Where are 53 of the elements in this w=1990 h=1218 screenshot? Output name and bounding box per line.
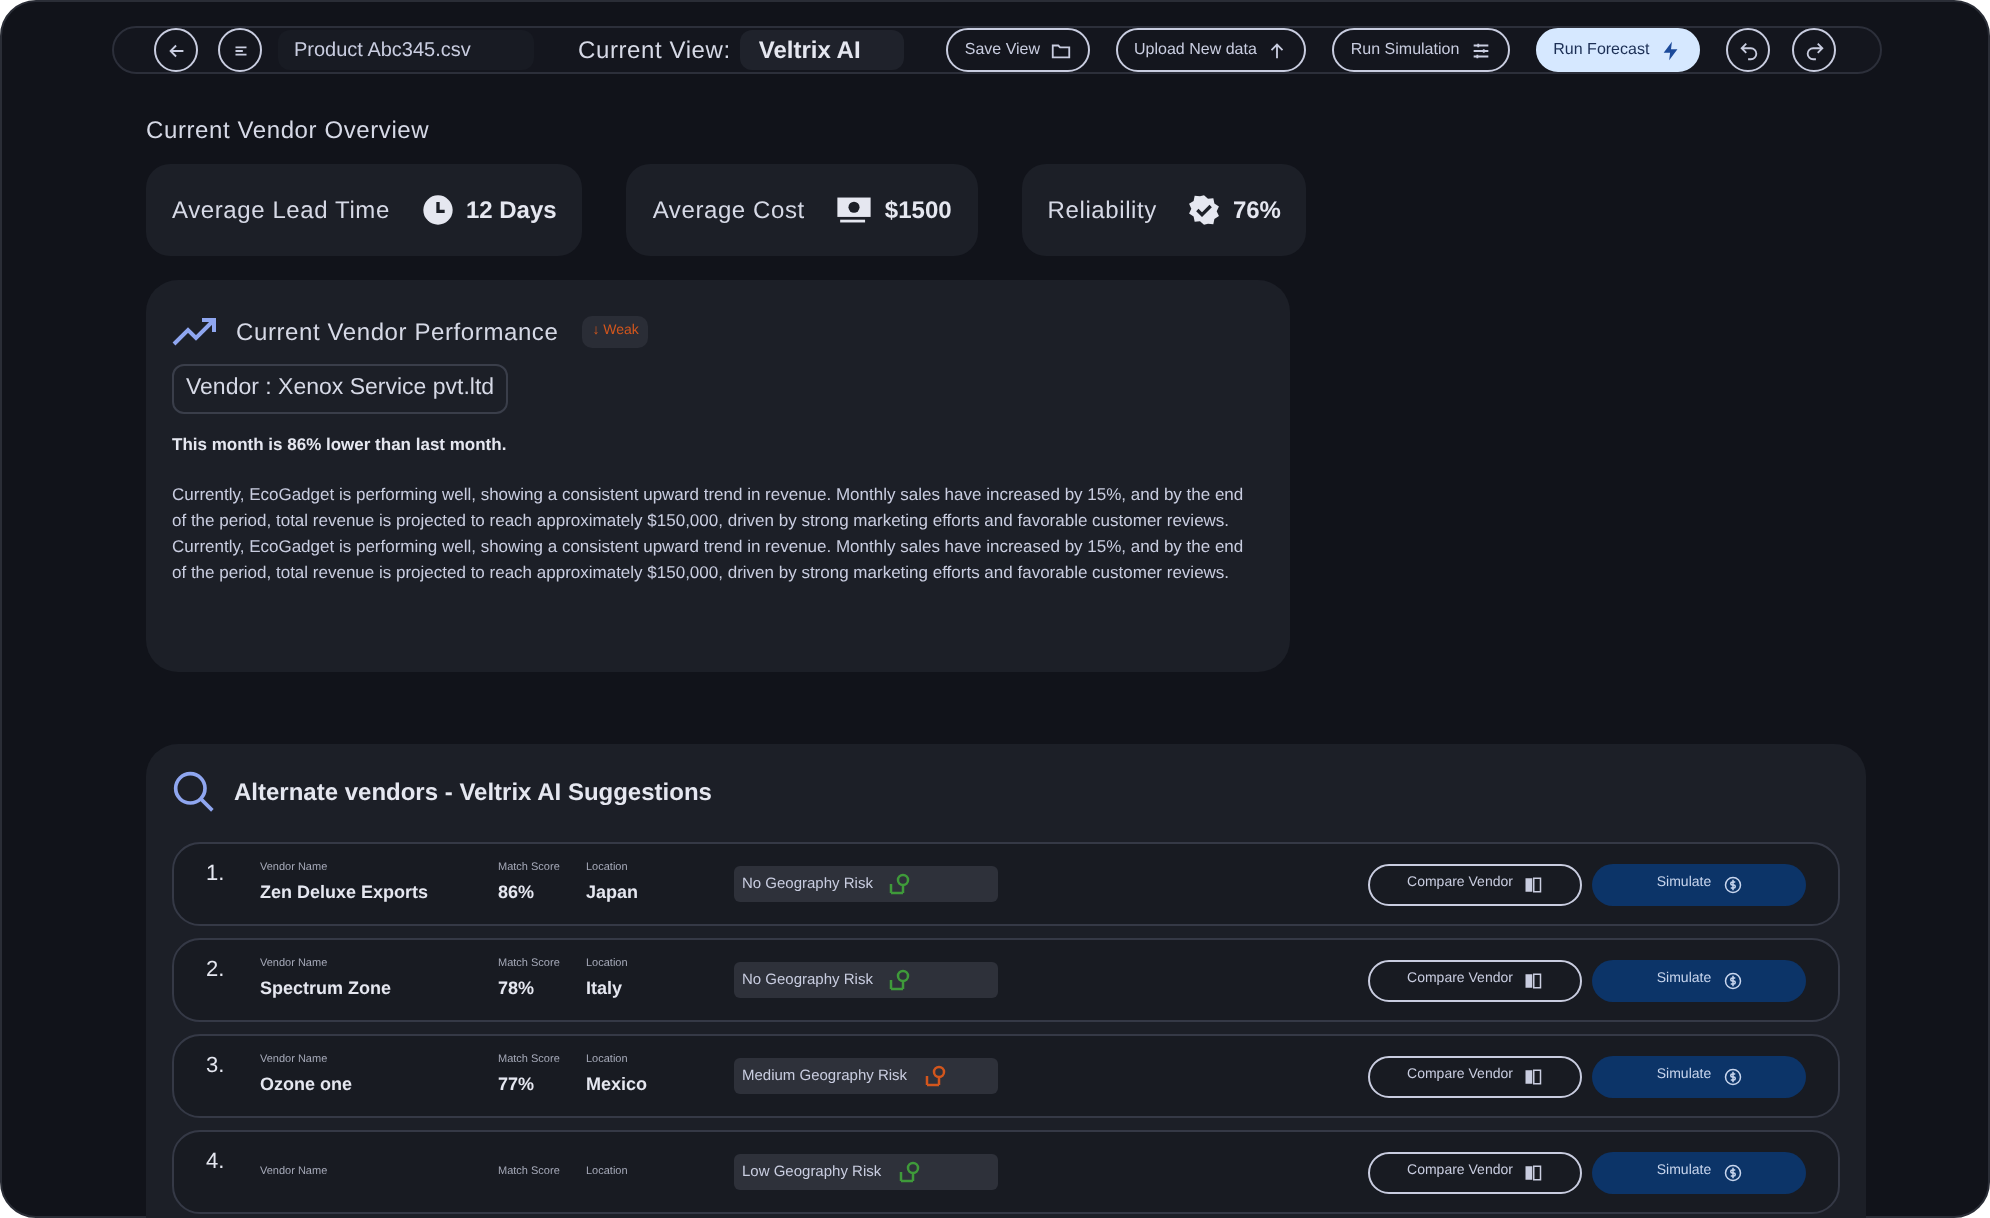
bolt-icon: [1659, 39, 1682, 61]
compare-icon: [1524, 971, 1543, 989]
location-value: Japan: [586, 880, 641, 907]
upload-icon: [1266, 39, 1289, 61]
current-view-value[interactable]: Veltrix AI: [740, 30, 905, 70]
row-index: 1.: [206, 860, 227, 890]
stat-label: Reliability: [1047, 194, 1157, 228]
undo-icon[interactable]: [1726, 28, 1770, 72]
toolbar-button[interactable]: Save View: [946, 28, 1091, 72]
menu-icon[interactable]: [218, 28, 262, 72]
trend-up-icon: [172, 316, 220, 348]
sliders-icon: [1469, 39, 1492, 61]
compare-icon: [1524, 1163, 1543, 1181]
match-score: 78%: [498, 976, 537, 1003]
location-value: Italy: [586, 976, 625, 1003]
row-index: 2.: [206, 956, 227, 986]
clock-icon: [421, 194, 454, 226]
dollar-circle-icon: [1723, 875, 1742, 893]
stat-value: 76%: [1232, 194, 1281, 228]
vendor-field: Vendor : Xenox Service pvt.ltd: [172, 364, 509, 415]
compare-icon: [1524, 875, 1543, 893]
redo-icon[interactable]: [1792, 28, 1836, 72]
back-icon[interactable]: [154, 28, 198, 72]
description-text: Currently, EcoGadget is performing well, showing a consistent upward trend in revenue. Monthly sales have increased by 15%, and by the end of the period, total revenue is projected to reach approximately $150,000, driven by strong marketing efforts and favorable customer reviews. Currently, EcoGadget is performing well, showing a consistent upward trend in revenue. Monthly sales have increased by 15%, and by the end of the period, total revenue is projected to reach approximately $150,000, driven by strong marketing efforts and favorable customer reviews.: [172, 482, 1246, 586]
stat-value: 12 Days: [465, 194, 557, 228]
toolbar-button[interactable]: Run Forecast: [1535, 28, 1700, 72]
dollar-circle-icon: [1723, 1067, 1742, 1085]
match-score: 86%: [498, 880, 537, 907]
vendor-name: Ozone one: [260, 1072, 355, 1099]
dollar-circle-icon: [1723, 971, 1742, 989]
stat-label: Average Lead Time: [172, 194, 390, 228]
compare-icon: [1524, 1067, 1543, 1085]
folder-icon: [1050, 39, 1073, 61]
section-title: Current Vendor Overview: [146, 114, 432, 148]
check-badge-icon: [1188, 194, 1221, 226]
row-index: 4.: [206, 1148, 227, 1178]
search-icon: [172, 770, 216, 814]
panel-title: Alternate vendors - Veltrix AI Suggestions: [234, 776, 712, 810]
row-index: 3.: [206, 1052, 227, 1082]
vendor-name: Spectrum Zone: [260, 976, 394, 1003]
match-score: 77%: [498, 1072, 537, 1099]
stat-label: Average Cost: [652, 194, 805, 228]
banknote-icon: [836, 194, 873, 226]
toolbar-button[interactable]: Upload New data: [1116, 28, 1307, 72]
dollar-circle-icon: [1723, 1163, 1742, 1181]
file-name-field[interactable]: Product Abc345.csv: [278, 30, 534, 70]
card-title: Current Vendor Performance: [236, 316, 559, 350]
toolbar-button[interactable]: Run Simulation: [1332, 28, 1510, 72]
location-value: Mexico: [586, 1072, 650, 1099]
vendor-name: Zen Deluxe Exports: [260, 880, 431, 907]
stat-value: $1500: [884, 194, 952, 228]
summary-text: This month is 86% lower than last month.: [172, 432, 509, 458]
current-view-label: Current View:: [578, 34, 731, 68]
